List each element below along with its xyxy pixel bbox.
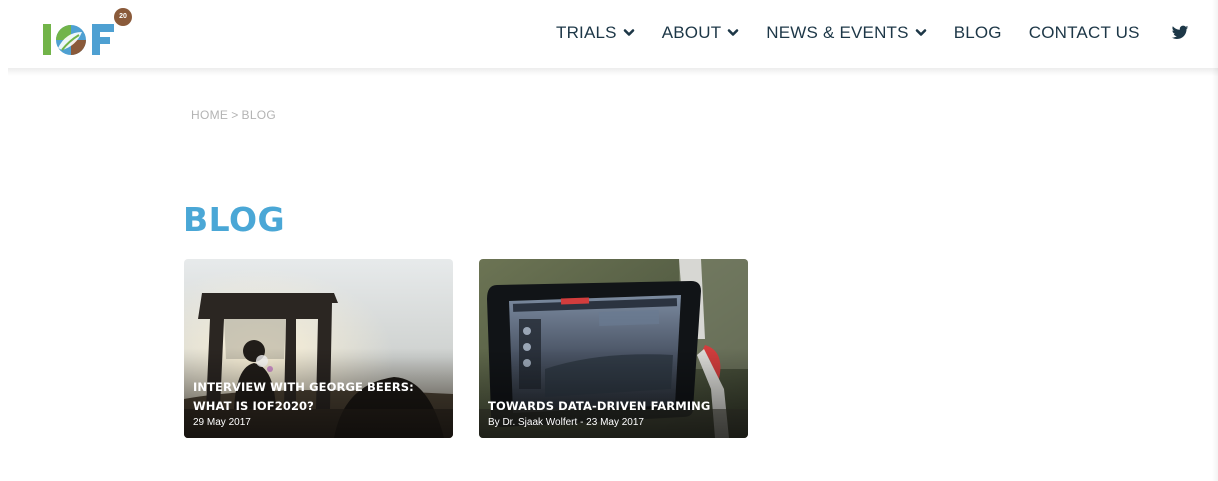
page-title: BLOG bbox=[183, 200, 286, 239]
nav-item-label: TRIALS bbox=[556, 23, 617, 42]
card-text: INTERVIEW WITH GEORGE BEERS: WHAT IS IOF… bbox=[193, 378, 445, 429]
nav-item-news-events[interactable]: NEWS & EVENTS bbox=[766, 23, 926, 43]
card-text: TOWARDS DATA-DRIVEN FARMING By Dr. Sjaak… bbox=[488, 397, 740, 429]
twitter-icon[interactable] bbox=[1171, 25, 1189, 41]
site-logo[interactable]: 20 bbox=[42, 8, 142, 60]
main-nav: TRIALS ABOUT NEWS & EVENTS BLOG CONTACT … bbox=[556, 22, 1189, 44]
page-edge bbox=[1212, 0, 1218, 481]
nav-item-blog[interactable]: BLOG bbox=[954, 23, 1002, 43]
breadcrumb-home-link[interactable]: HOME bbox=[191, 108, 228, 122]
blog-post-card[interactable]: INTERVIEW WITH GEORGE BEERS: WHAT IS IOF… bbox=[184, 259, 453, 438]
nav-item-label: CONTACT US bbox=[1028, 23, 1140, 42]
chevron-down-icon bbox=[727, 29, 739, 36]
header-shadow bbox=[8, 68, 1218, 76]
blog-post-card[interactable]: TOWARDS DATA-DRIVEN FARMING By Dr. Sjaak… bbox=[479, 259, 748, 438]
chevron-down-icon bbox=[623, 29, 635, 36]
logo-badge: 20 bbox=[114, 8, 132, 26]
card-title[interactable]: TOWARDS DATA-DRIVEN FARMING bbox=[488, 397, 740, 416]
card-date: 29 May 2017 bbox=[193, 417, 251, 428]
nav-item-about[interactable]: ABOUT bbox=[662, 23, 740, 43]
nav-item-label: BLOG bbox=[953, 23, 1002, 42]
nav-item-label: NEWS & EVENTS bbox=[766, 23, 909, 42]
nav-item-trials[interactable]: TRIALS bbox=[556, 23, 635, 43]
nav-item-contact-us[interactable]: CONTACT US bbox=[1029, 23, 1140, 43]
breadcrumb: HOME > BLOG bbox=[191, 108, 276, 122]
site-header: 20 TRIALS ABOUT NEWS & EVENTS BLOG CONTA… bbox=[0, 0, 1218, 68]
card-author-date: By Dr. Sjaak Wolfert - 23 May 2017 bbox=[488, 417, 644, 428]
nav-item-label: ABOUT bbox=[661, 23, 722, 42]
card-title[interactable]: INTERVIEW WITH GEORGE BEERS: WHAT IS IOF… bbox=[193, 378, 445, 416]
chevron-down-icon bbox=[915, 29, 926, 36]
breadcrumb-current: BLOG bbox=[241, 108, 277, 122]
breadcrumb-separator: > bbox=[231, 108, 239, 122]
